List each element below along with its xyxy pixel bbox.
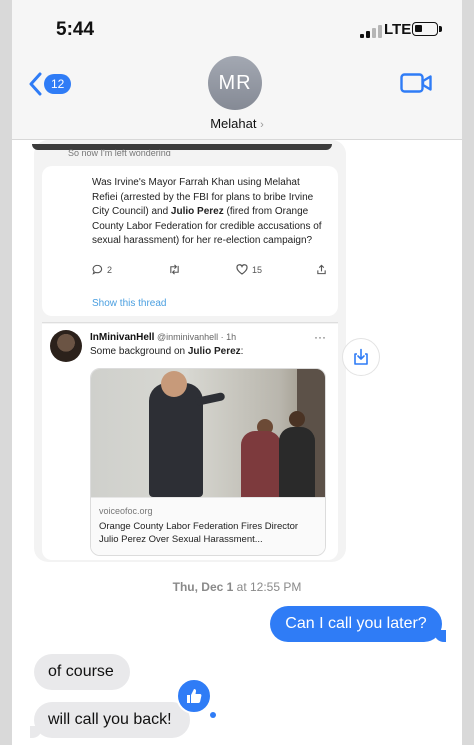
retweet-icon [170, 264, 179, 275]
unread-badge: 12 [44, 74, 72, 94]
status-bar: 5:44 LTE [12, 0, 462, 52]
timestamp-time: at 12:55 PM [233, 580, 302, 594]
back-button[interactable]: 12 [28, 72, 72, 96]
contact-name[interactable]: Melahat › [12, 116, 462, 131]
status-time: 5:44 [56, 19, 95, 40]
outgoing-message[interactable]: Can I call you later? [270, 606, 446, 642]
tweet-one-bold: Julio Perez [170, 206, 224, 217]
share-action[interactable] [316, 264, 327, 275]
comment-icon [92, 264, 103, 275]
tweet-two: InMinivanHell @inminivanhell · 1h ··· So… [42, 324, 338, 560]
show-thread-link[interactable]: Show this thread [92, 298, 167, 309]
tweet-one: Was Irvine's Mayor Farrah Khan using Mel… [42, 166, 338, 316]
tweet-one-text: Was Irvine's Mayor Farrah Khan using Mel… [92, 176, 328, 249]
incoming-message-text: will call you back! [48, 711, 172, 728]
tweet-user-avatar[interactable] [50, 330, 82, 362]
tweet-two-text: Some background on Julio Perez: [90, 346, 243, 357]
outgoing-message-text: Can I call you later? [285, 615, 427, 632]
tapback-reaction[interactable] [176, 678, 212, 714]
reply-count: 2 [107, 264, 113, 275]
more-options-icon[interactable]: ··· [314, 330, 326, 344]
retweet-action[interactable] [168, 264, 181, 275]
incoming-message[interactable]: will call you back! [30, 702, 190, 738]
incoming-message[interactable]: of course [34, 654, 130, 690]
tweet-two-text-a: Some background on [90, 346, 188, 357]
contact-avatar[interactable]: MR [208, 56, 262, 110]
link-title: Orange County Labor Federation Fires Dir… [99, 521, 299, 545]
bubble-tail [30, 726, 42, 738]
tapback-dot [210, 712, 216, 718]
download-icon [354, 348, 368, 365]
signal-icon [360, 24, 382, 38]
tweet-two-bold: Julio Perez [187, 346, 241, 357]
link-domain: voiceofoc.org [99, 506, 153, 516]
chevron-left-icon [29, 72, 42, 96]
timestamp-day: Thu, Dec 1 [172, 580, 234, 594]
contact-name-text: Melahat [210, 116, 257, 131]
like-count: 15 [252, 264, 263, 275]
chevron-right-icon: › [260, 119, 264, 131]
heart-icon [236, 264, 248, 275]
link-card-body: voiceofoc.org Orange County Labor Federa… [91, 497, 325, 555]
bubble-tail [434, 630, 446, 642]
tweet-divider [42, 322, 338, 323]
tweet-actions: 2 15 [92, 264, 332, 280]
messages-screen: 5:44 LTE 12 MR Melahat › So now I'm left… [12, 0, 462, 745]
tweet-display-name[interactable]: InMinivanHell [90, 332, 154, 343]
reply-action[interactable]: 2 [92, 264, 112, 275]
link-preview-card[interactable]: voiceofoc.org Orange County Labor Federa… [90, 368, 326, 556]
right-frame-edge [462, 0, 474, 745]
save-image-button[interactable] [342, 338, 380, 376]
battery-icon [412, 22, 442, 36]
left-frame-edge [0, 0, 12, 745]
share-icon [317, 264, 326, 275]
video-camera-icon[interactable] [400, 72, 432, 94]
article-photo [91, 369, 325, 497]
tweet-handle-time: @inminivanhell · 1h [156, 332, 237, 342]
clipped-tweet-line: So now I'm left wondering [68, 148, 171, 156]
thumbs-up-icon [187, 689, 202, 703]
tweet-user-line: InMinivanHell @inminivanhell · 1h [90, 332, 236, 343]
message-timestamp: Thu, Dec 1 at 12:55 PM [12, 580, 462, 594]
like-action[interactable]: 15 [236, 264, 262, 275]
incoming-message-text: of course [48, 663, 114, 680]
tweet-two-text-b: : [240, 346, 244, 357]
conversation-header: 12 MR Melahat › [12, 52, 462, 140]
network-label: LTE [384, 21, 412, 38]
